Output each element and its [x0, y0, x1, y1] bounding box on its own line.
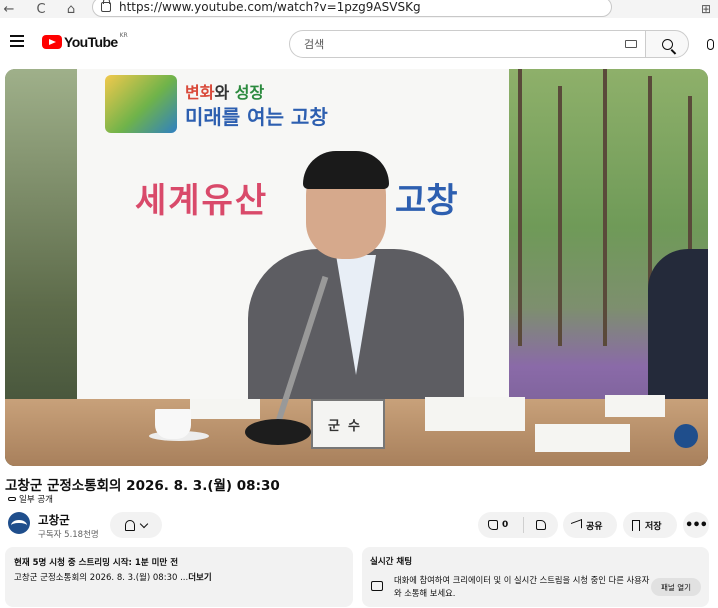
live-chat-panel: 실시간 채팅 대화에 참여하여 크리에이터 및 이 실시간 스트림을 시청 중인… [362, 547, 709, 607]
search-input[interactable] [304, 37, 604, 51]
visibility-label: 일부 공개 [19, 495, 53, 505]
microphone-base [245, 419, 311, 445]
visibility-badge: 일부 공개 [8, 493, 53, 505]
hamburger-menu-icon[interactable] [10, 35, 24, 47]
more-actions-button[interactable]: ••• [683, 512, 709, 538]
logo-country-code: KR [119, 31, 128, 39]
thumbs-down-icon [536, 520, 546, 530]
home-icon[interactable]: ⌂ [62, 0, 80, 18]
speaker-nameplate: 군수 [311, 399, 385, 449]
desk-document [425, 397, 525, 431]
video-title: 고창군 군정소통회의 2026. 8. 3.(월) 08:30 [5, 478, 280, 494]
video-player[interactable]: 변화와 성장 미래를 여는 고창 세계유산 고창 군수 [5, 69, 708, 466]
share-label: 공유 [586, 521, 603, 532]
like-button[interactable]: 0 [478, 517, 524, 533]
logo-text: YouTube [64, 34, 118, 50]
subscriber-count: 구독자 5.18천명 [38, 530, 99, 540]
share-icon [571, 518, 582, 532]
lock-icon [101, 0, 111, 12]
address-bar[interactable]: https://www.youtube.com/watch?v=1pzg9ASV… [92, 0, 612, 17]
link-icon [8, 497, 16, 501]
keyboard-icon[interactable] [625, 40, 637, 48]
banner-slogan-middle: 미래를 여는 고창 [185, 105, 328, 129]
youtube-logo[interactable]: YouTube KR [42, 31, 128, 50]
description-text: 고창군 군정소통회의 2026. 8. 3.(월) 08:30 ...더보기 [14, 573, 212, 583]
thumbs-up-icon [488, 520, 498, 530]
gochang-logo-image [105, 75, 177, 133]
like-dislike-bar: 0 [478, 512, 558, 538]
channel-row: 고창군 구독자 5.18천명 0 공유 저장 ••• [0, 510, 718, 540]
desk-paper [190, 399, 260, 419]
share-button[interactable]: 공유 [563, 512, 617, 538]
bookmark-icon [632, 519, 640, 531]
channel-avatar[interactable] [8, 512, 30, 534]
chat-bubble-icon [371, 581, 383, 591]
notification-button[interactable] [110, 512, 162, 538]
youtube-header: YouTube KR [0, 26, 718, 62]
bell-icon [125, 519, 135, 531]
save-button[interactable]: 저장 [623, 512, 677, 538]
extensions-icon[interactable]: ⊞ [698, 1, 714, 17]
search-icon [661, 38, 673, 50]
reload-icon[interactable]: C [32, 0, 50, 18]
dislike-button[interactable] [524, 520, 558, 530]
viewer-stream-info: 현재 5명 시청 중 스트리밍 시작: 1분 미만 전 [14, 558, 179, 568]
open-panel-button[interactable]: 패널 열기 [651, 578, 701, 596]
banner-slogan-heritage: 세계유산 [135, 181, 269, 221]
microphone-icon [706, 38, 714, 50]
like-count: 0 [502, 520, 509, 530]
teacup [155, 409, 191, 439]
voice-search-button[interactable] [698, 32, 718, 56]
back-arrow-icon[interactable]: ← [0, 0, 18, 18]
youtube-play-icon [42, 35, 62, 49]
search-box [289, 30, 645, 58]
live-chat-title: 실시간 채팅 [370, 557, 413, 567]
show-more-link[interactable]: 더보기 [188, 573, 211, 583]
desk-notebook [605, 395, 665, 417]
channel-name[interactable]: 고창군 [38, 512, 70, 528]
banner-slogan-gochang: 고창 [395, 181, 458, 221]
url-text: https://www.youtube.com/watch?v=1pzg9ASV… [119, 0, 421, 14]
banner-slogan-top: 변화와 성장 [185, 83, 265, 102]
browser-toolbar: ← C ⌂ https://www.youtube.com/watch?v=1p… [0, 0, 718, 18]
desk-document [535, 424, 630, 452]
search-button[interactable] [645, 30, 689, 58]
description-box[interactable]: 현재 5명 시청 중 스트리밍 시작: 1분 미만 전 고창군 군정소통회의 2… [5, 547, 353, 607]
chevron-down-icon [139, 519, 149, 528]
save-label: 저장 [645, 521, 662, 532]
live-chat-message: 대화에 참여하여 크리에이터 및 이 실시간 스트림을 시청 중인 다른 사용자… [394, 575, 650, 598]
channel-watermark-icon[interactable] [674, 424, 698, 448]
